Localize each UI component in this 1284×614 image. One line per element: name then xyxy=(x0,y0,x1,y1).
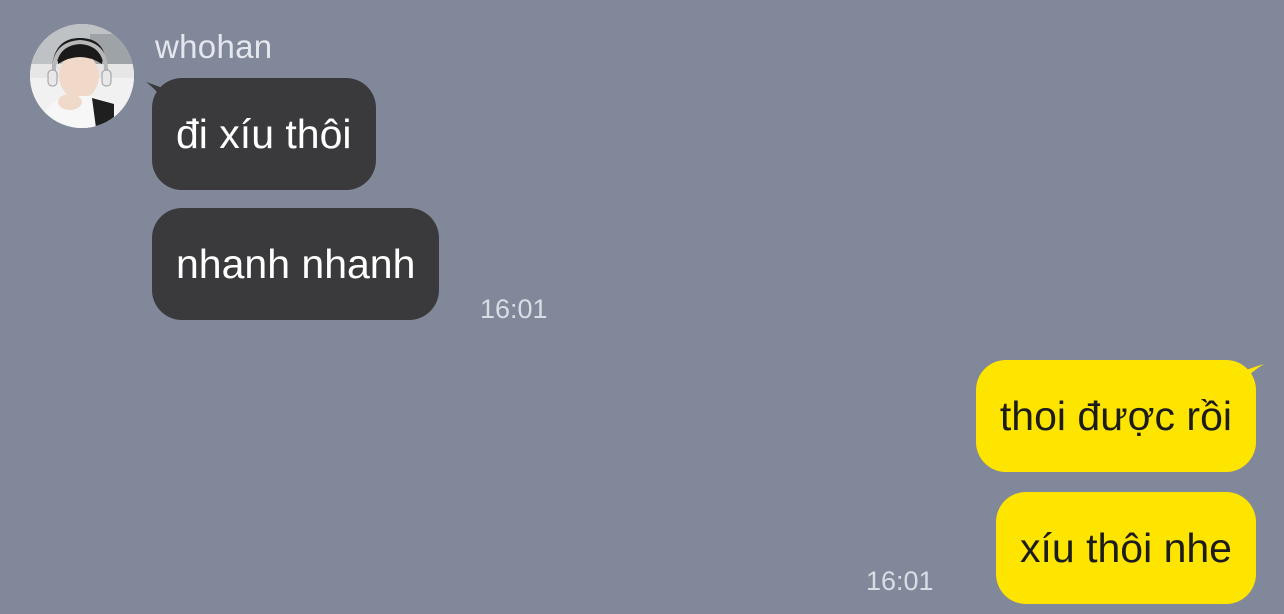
incoming-timestamp: 16:01 xyxy=(480,294,548,324)
chat-area: whohan đi xíu thôi nhanh nhanh 16:01 tho… xyxy=(0,0,1284,614)
message-text: xíu thôi nhe xyxy=(1020,525,1232,571)
outgoing-message-1[interactable]: thoi được rồi xyxy=(975,360,1256,472)
outgoing-timestamp: 16:01 xyxy=(866,566,934,596)
message-text: đi xíu thôi xyxy=(176,111,352,157)
sender-name: whohan xyxy=(155,28,273,65)
outgoing-message-2[interactable]: xíu thôi nhe xyxy=(996,492,1256,604)
contact-avatar[interactable] xyxy=(30,24,134,128)
message-text: nhanh nhanh xyxy=(176,241,416,287)
message-text: thoi được rồi xyxy=(999,393,1232,439)
incoming-message-1[interactable]: đi xíu thôi xyxy=(152,78,376,190)
avatar-photo xyxy=(30,24,134,128)
incoming-message-2[interactable]: nhanh nhanh xyxy=(152,208,440,320)
